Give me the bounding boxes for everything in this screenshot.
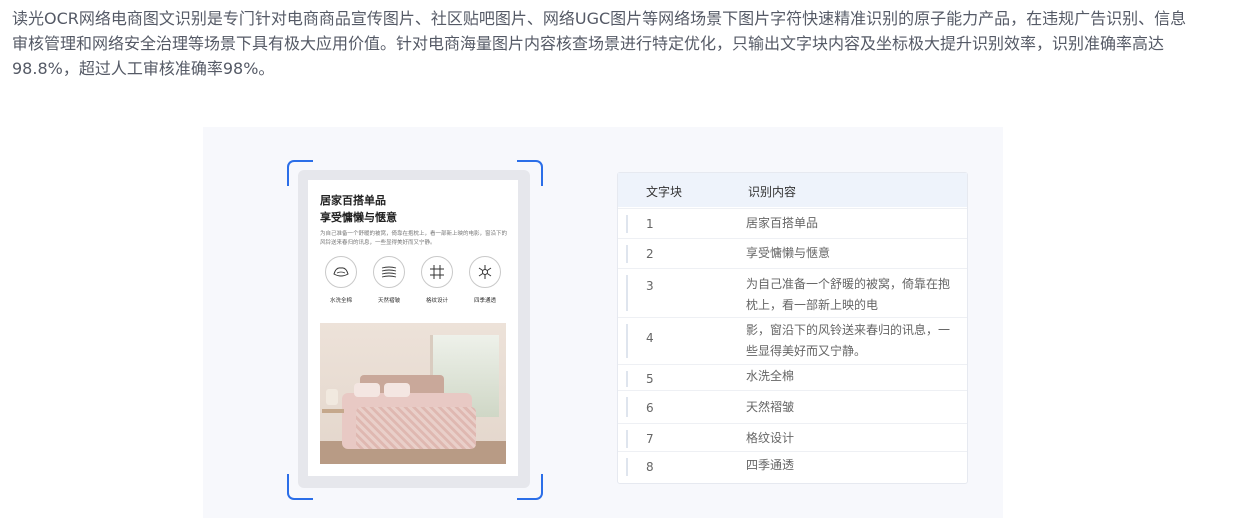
feature-season: 四季通透 [467, 256, 503, 304]
table-row: 6 天然褶皱 [618, 390, 967, 424]
sample-image-frame: 居家百搭单品 享受慵懒与惬意 为自己准备一个舒暖的被窝，倚靠在抱枕上，看一部新上… [298, 170, 530, 488]
sample-product-image: 居家百搭单品 享受慵懒与惬意 为自己准备一个舒暖的被窝，倚靠在抱枕上，看一部新上… [308, 180, 518, 476]
table-row: 7 格纹设计 [618, 423, 967, 452]
grid-icon [421, 256, 453, 288]
table-header: 文字块 识别内容 [618, 173, 967, 207]
wrinkle-icon [373, 256, 405, 288]
feature-grid: 格纹设计 [419, 256, 455, 304]
product-title: 居家百搭单品 [320, 194, 386, 207]
product-subtitle: 享受慵懒与惬意 [320, 211, 397, 224]
bedroom-photo [320, 323, 506, 464]
season-icon [469, 256, 501, 288]
table-row: 8 四季通透 [618, 451, 967, 483]
column-header-content: 识别内容 [748, 185, 797, 199]
table-row: 2 享受慵懒与惬意 [618, 238, 967, 269]
feature-label: 格纹设计 [425, 298, 448, 304]
table-row: 4 影，窗沿下的风铃送来春归的讯息，一些显得美好而又宁静。 [618, 317, 967, 365]
table-row: 3 为自己准备一个舒暖的被窝，倚靠在抱枕上，看一部新上映的电 [618, 268, 967, 318]
table-row: 1 居家百搭单品 [618, 208, 967, 239]
feature-label: 天然褶皱 [377, 298, 400, 304]
column-header-block: 文字块 [646, 185, 683, 199]
feature-label: 水洗全棉 [329, 298, 352, 304]
ocr-result-table: 文字块 识别内容 1 居家百搭单品 2 享受慵懒与惬意 3 为自己准备一个舒暖的… [617, 172, 968, 484]
product-description: 为自己准备一个舒暖的被窝，倚靠在抱枕上，看一部新上映的电影，窗沿下的风铃送来春归… [320, 231, 508, 246]
feature-label: 四季通透 [473, 298, 496, 304]
feature-wash: 水洗全棉 [323, 256, 359, 304]
table-row: 5 水洗全棉 [618, 364, 967, 391]
wash-icon [325, 256, 357, 288]
intro-text: 读光OCR网络电商图文识别是专门针对电商商品宣传图片、社区贴吧图片、网络UGC图… [12, 9, 1187, 78]
feature-wrinkle: 天然褶皱 [371, 256, 407, 304]
